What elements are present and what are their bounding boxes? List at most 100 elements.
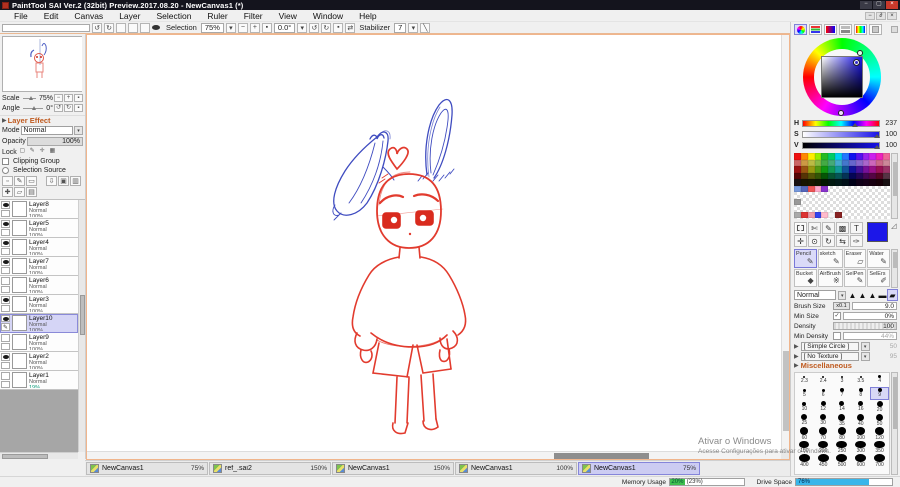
tip-square[interactable]: ▰ xyxy=(887,289,898,301)
layer-list-hscrollbar[interactable] xyxy=(0,452,78,459)
stamp-tool-button[interactable]: ▩ xyxy=(836,222,849,234)
canvas-area[interactable] xyxy=(86,34,790,460)
menu-file[interactable]: File xyxy=(6,11,36,21)
layer-list-vscrollbar[interactable] xyxy=(78,200,85,452)
angle-reset-button[interactable]: ▪ xyxy=(333,22,344,33)
brush-size-6[interactable]: 6 xyxy=(814,387,833,401)
title-bar[interactable]: PaintTool SAI Ver.2 (32bit) Preview.2017… xyxy=(0,0,900,10)
hue-bar-tab[interactable] xyxy=(854,24,867,35)
miscellaneous-expander[interactable]: ▶ xyxy=(794,362,799,369)
brush-shape-expander[interactable]: ▶ xyxy=(794,343,799,350)
menu-help[interactable]: Help xyxy=(351,11,384,21)
canvas-tab-4[interactable]: NewCanvas1 100% xyxy=(455,462,577,475)
layer-edit-slot[interactable] xyxy=(1,209,10,217)
layer-edit-slot[interactable] xyxy=(1,304,10,312)
brush-size-2.3[interactable]: 2.3 xyxy=(795,373,814,387)
canvas-tab-1[interactable]: NewCanvas1 75% xyxy=(86,462,208,475)
menu-edit[interactable]: Edit xyxy=(36,11,67,21)
layer-thumbnail[interactable] xyxy=(12,353,27,369)
layer-item-layer6[interactable]: Layer6 Normal 100% xyxy=(0,276,78,295)
brush-size-scale-button[interactable]: x0.1 xyxy=(833,302,850,310)
layer-item-layer9[interactable]: Layer9 Normal 100% xyxy=(0,333,78,352)
close-button[interactable]: × xyxy=(886,1,898,9)
tool-pencil[interactable]: Pencil ✎ xyxy=(794,249,817,268)
lock-pen-icon[interactable]: ✎ xyxy=(28,148,37,156)
editing-pen-icon[interactable]: ✎ xyxy=(1,323,10,331)
menu-view[interactable]: View xyxy=(271,11,305,21)
brush-size-12[interactable]: 12 xyxy=(814,400,833,414)
scale-plus-button[interactable]: + xyxy=(64,94,73,102)
layer-edit-slot[interactable] xyxy=(1,266,10,274)
angle-ccw-button[interactable]: ↺ xyxy=(54,104,63,112)
color-swatch[interactable] xyxy=(828,211,836,218)
layer-visibility-toggle[interactable] xyxy=(1,296,10,304)
tool-selpen[interactable]: SelPen ✎ xyxy=(843,268,867,287)
layer-item-layer4[interactable]: Layer4 Normal 100% xyxy=(0,238,78,257)
text-tool-button[interactable]: T xyxy=(850,222,863,234)
layer-thumbnail[interactable] xyxy=(12,277,27,293)
min-density-slider[interactable]: 44% xyxy=(843,332,897,340)
density-slider[interactable]: 100 xyxy=(833,322,897,330)
cut-button[interactable] xyxy=(116,22,126,33)
brush-size-14[interactable]: 14 xyxy=(833,400,852,414)
empty-swatch-slot[interactable] xyxy=(842,212,849,219)
brush-texture-select[interactable]: [ No Texture ] xyxy=(800,351,859,361)
layer-thumbnail[interactable] xyxy=(12,315,27,331)
layer-thumbnail[interactable] xyxy=(12,334,27,350)
empty-swatch-slot[interactable] xyxy=(876,212,883,219)
move-tool-button[interactable]: ✛ xyxy=(794,235,807,247)
brush-size-700[interactable]: 700 xyxy=(870,454,889,468)
brush-size-7[interactable]: 7 xyxy=(833,387,852,401)
brush-shape-dropdown-icon[interactable]: ▾ xyxy=(860,341,870,351)
flip-tool-button[interactable]: ⇆ xyxy=(836,235,849,247)
transfer-down-button[interactable]: ⇩ xyxy=(46,176,57,186)
layer-item-layer5[interactable]: Layer5 Normal 100% xyxy=(0,219,78,238)
brush-size-10[interactable]: 10 xyxy=(795,400,814,414)
tool-water[interactable]: Water ✎ xyxy=(867,249,890,268)
layer-visibility-toggle[interactable] xyxy=(1,239,10,247)
layer-visibility-toggle[interactable] xyxy=(1,334,10,342)
brush-size-70[interactable]: 70 xyxy=(814,427,833,441)
paste-button[interactable] xyxy=(140,22,150,33)
marquee-tool-button[interactable] xyxy=(794,222,807,234)
scale-reset-button[interactable]: ▪ xyxy=(74,94,83,102)
saturation-slider[interactable] xyxy=(802,131,881,138)
line-tool-button[interactable]: ╲ xyxy=(420,22,431,33)
empty-swatch-slot[interactable] xyxy=(849,212,856,219)
merge-down-button[interactable]: ▥ xyxy=(70,176,81,186)
color-swatch[interactable] xyxy=(807,211,815,218)
brush-texture-dropdown-icon[interactable]: ▾ xyxy=(860,351,870,361)
lasso-tool-button[interactable]: ✄ xyxy=(808,222,821,234)
lock-transparent-icon[interactable]: ▢ xyxy=(18,148,27,156)
brush-size-300[interactable]: 300 xyxy=(851,440,870,455)
tool-eraser[interactable]: Eraser ▱ xyxy=(843,249,867,268)
brush-blend-mode-select[interactable]: Normal xyxy=(794,290,837,300)
layer-visibility-toggle[interactable] xyxy=(1,353,10,361)
brush-size-100[interactable]: 100 xyxy=(851,427,870,441)
brush-size-350[interactable]: 350 xyxy=(870,440,889,455)
brush-size-450[interactable]: 450 xyxy=(814,454,833,468)
new-linework-layer-button[interactable]: ✎ xyxy=(14,176,25,186)
brush-size-4[interactable]: 4 xyxy=(870,373,889,387)
min-density-check[interactable] xyxy=(833,332,841,340)
brush-size-250[interactable]: 250 xyxy=(833,440,852,455)
tip-flat[interactable]: ▬ xyxy=(878,290,887,300)
doc-close-button[interactable]: × xyxy=(887,11,897,20)
saturation-value-square[interactable] xyxy=(821,56,863,98)
color-swatch[interactable] xyxy=(794,211,801,218)
tool-sketch[interactable]: sketch ✎ xyxy=(817,249,843,268)
add-layer-button[interactable]: ✚ xyxy=(2,187,13,197)
zoom-in-button[interactable]: + xyxy=(249,22,260,33)
rotate-cw-button[interactable]: ↻ xyxy=(321,22,332,33)
new-folder-button[interactable]: ▭ xyxy=(26,176,37,186)
layer-edit-slot[interactable] xyxy=(1,247,10,255)
undo-button[interactable]: ↺ xyxy=(92,22,102,33)
tool-grid-scrollbar[interactable] xyxy=(891,249,898,288)
scale-minus-button[interactable]: − xyxy=(54,94,63,102)
hue-selector[interactable] xyxy=(857,50,863,56)
value-slider[interactable] xyxy=(802,142,881,149)
scratchpad-tab[interactable] xyxy=(869,24,882,35)
copy-button[interactable] xyxy=(128,22,138,33)
blend-mode-dropdown-icon[interactable]: ▾ xyxy=(74,126,83,135)
selection-visibility-icon[interactable] xyxy=(152,25,160,30)
